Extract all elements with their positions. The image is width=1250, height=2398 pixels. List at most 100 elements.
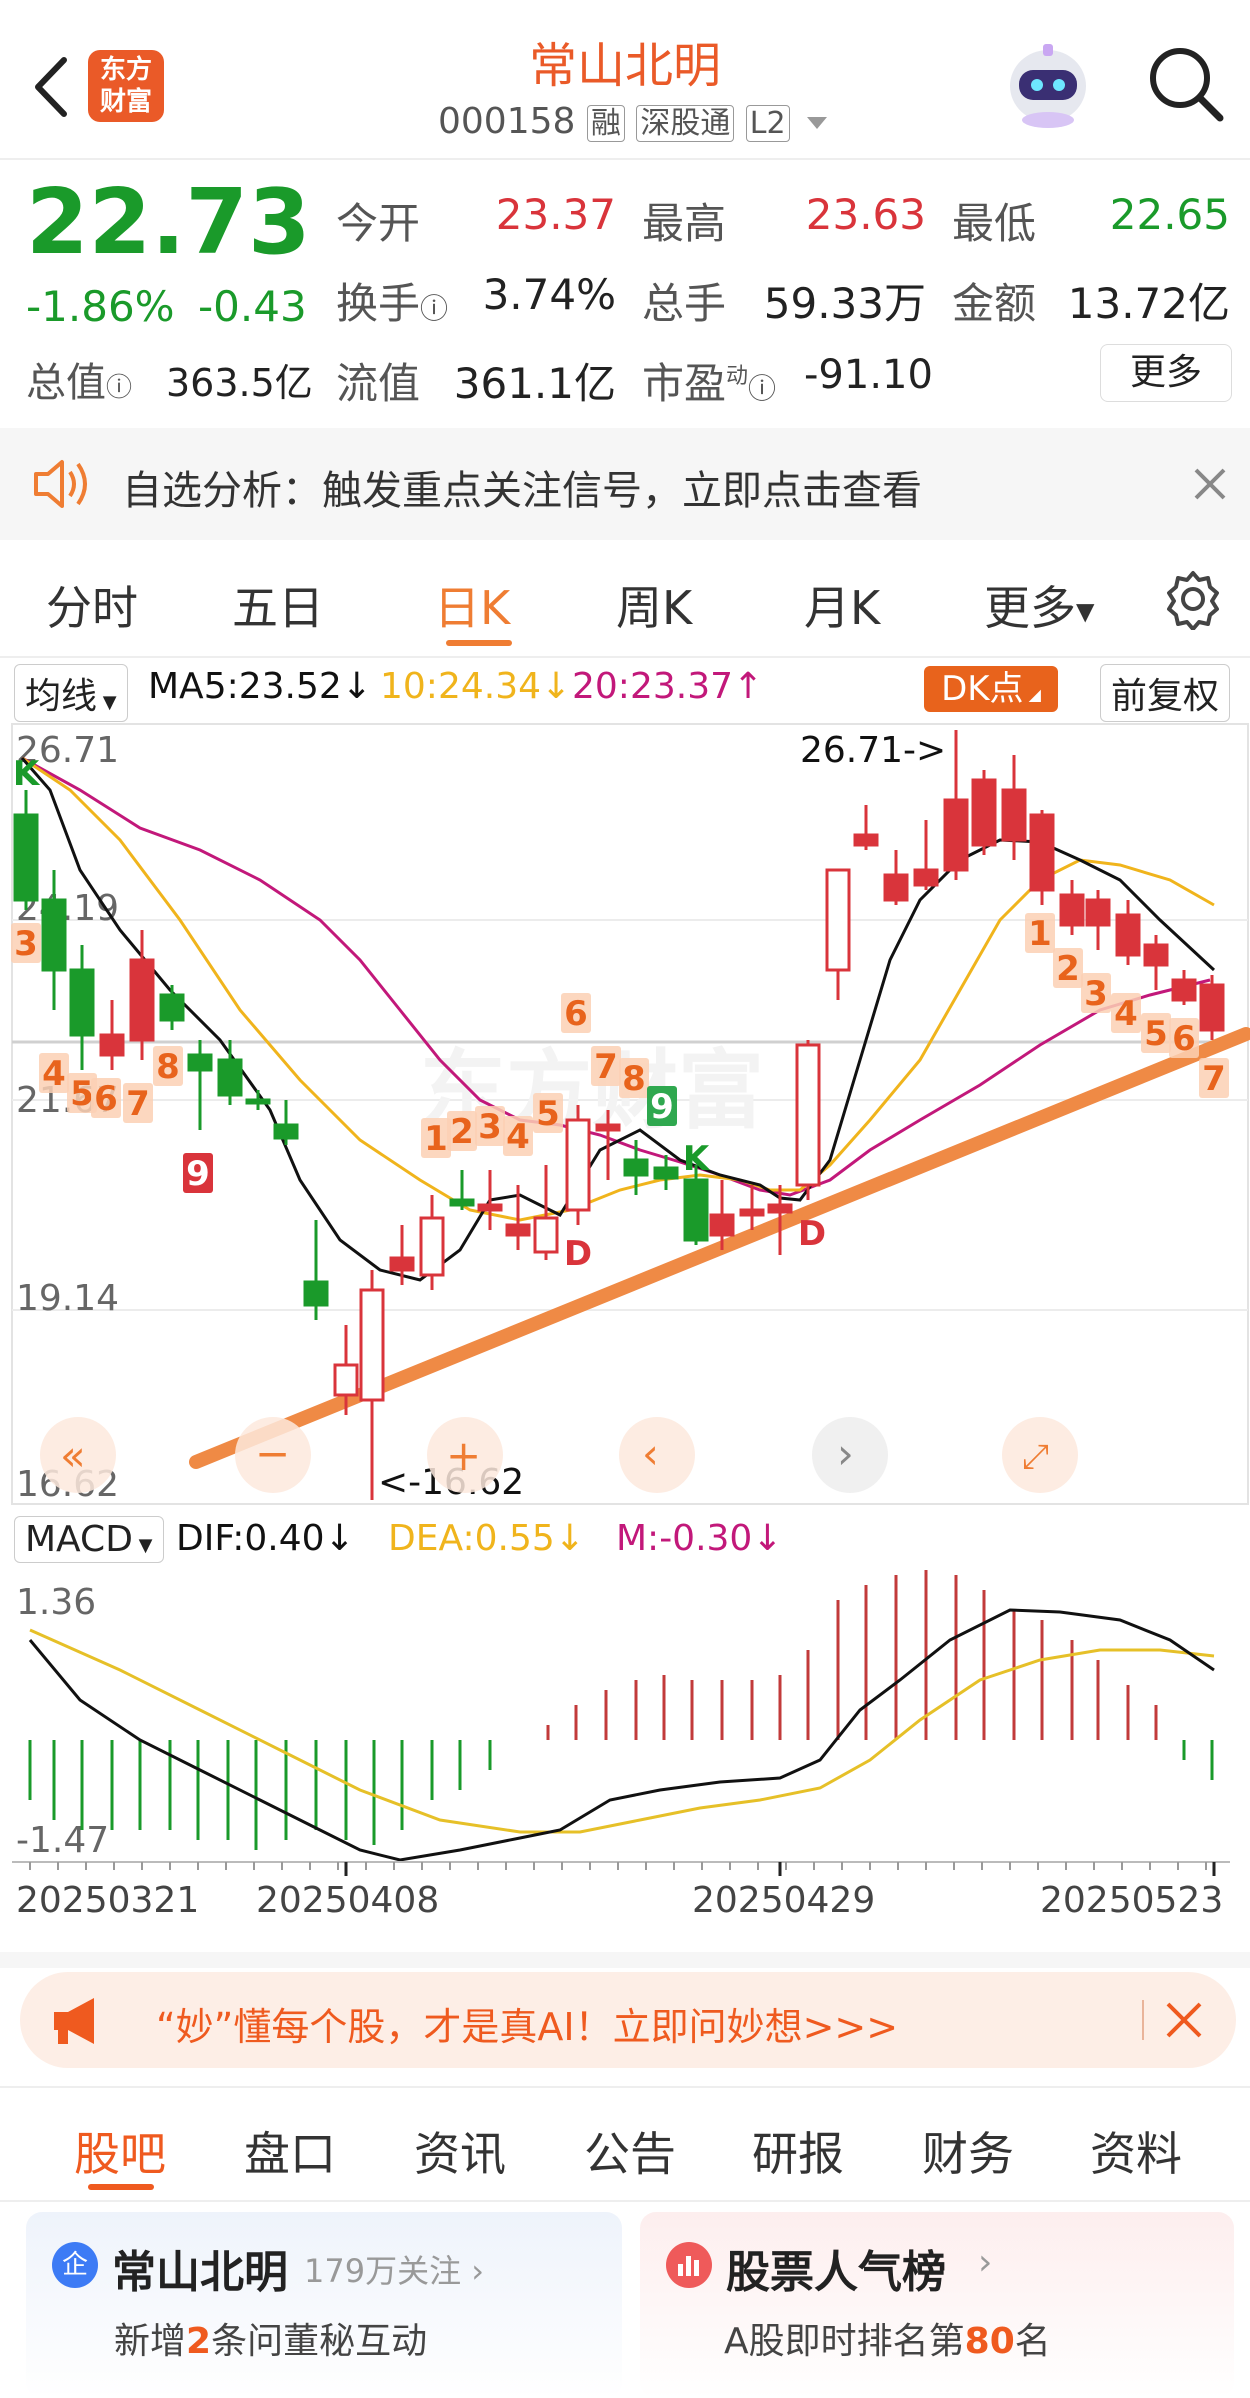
signal-marker: D [798,1214,826,1254]
signal-marker: 6 [1169,1018,1199,1059]
info-icon[interactable]: ⓘ [106,373,132,403]
tab-intraday[interactable]: 分时 [46,572,138,638]
float-value: 361.1亿 [453,359,616,408]
signal-marker: D [564,1234,592,1274]
next-button[interactable]: › [812,1417,888,1493]
tab-news[interactable]: 资讯 [414,2118,506,2184]
kline-chart[interactable]: 东方财富 26.7124.1921.6719.1416.62 K34567891… [0,720,1250,1510]
svg-text:›: › [837,1429,854,1478]
prev-button[interactable]: ‹ [619,1417,695,1493]
notice-text: 自选分析：触发重点关注信号，立即点击查看 [122,468,922,514]
price-axis-label: 19.14 [16,1278,119,1319]
header-divider [0,158,1250,160]
turnover-value: 3.74% [482,270,616,319]
info-icon[interactable]: ⓘ [748,372,776,405]
signal-marker: 3 [475,1106,505,1147]
tab-financials[interactable]: 财务 [922,2118,1014,2184]
tab-research[interactable]: 研报 [752,2118,844,2184]
high-value: 23.63 [805,190,926,239]
ranking-chart-icon [666,2242,712,2288]
amount-value: 13.72亿 [1067,279,1230,328]
ma5-value: MA5:23.52↓ [148,666,372,707]
svg-text:6: 6 [564,994,588,1034]
date-label: 20250408 [256,1880,439,1921]
open-label: 今开 [336,199,421,248]
chevron-down-icon: ▼ [132,1535,153,1556]
search-icon[interactable] [1146,44,1226,124]
signal-marker: 7 [591,1046,621,1087]
tab-active-underline [446,640,512,646]
robot-assistant-icon[interactable] [1005,40,1091,130]
candlestick [565,1105,591,1225]
svg-text:D: D [798,1214,826,1254]
tab-guba[interactable]: 股吧 [74,2118,166,2184]
info-icon[interactable]: ⓘ [420,292,448,325]
margin-tag: 融 [586,105,625,142]
date-label: 20250429 [692,1880,875,1921]
signal-marker: 7 [1199,1058,1229,1099]
signal-marker: 1 [421,1118,451,1159]
follower-count: 179万关注 › [304,2252,485,2290]
pe-label: 市盈动ⓘ [642,359,777,408]
ma-select[interactable]: 均线 ▼ [14,664,128,722]
svg-text:3: 3 [478,1107,502,1147]
svg-text:7: 7 [126,1084,150,1124]
stock-code-row: 000158 融 深股通 L2 [438,98,828,142]
float-label: 流值 [336,359,421,408]
company-card-sub: 新增2条问董秘互动 [114,2321,428,2362]
ma20-value: 20:23.37↑ [572,666,764,707]
macd-chart[interactable]: 1.36 -1.47 20250321 20250408 20250429 20… [0,1570,1250,1950]
ai-promo-banner[interactable]: “妙”懂每个股，才是真AI！立即问妙想>>> [20,1972,1236,2068]
tab-order-book[interactable]: 盘口 [244,2118,336,2184]
tab-daily-k[interactable]: 日K [434,572,510,638]
tab-more[interactable]: 更多▼ [984,572,1094,638]
tab-announcements[interactable]: 公告 [584,2118,676,2184]
dea-value: DEA:0.55↓ [388,1518,585,1559]
notice-bar[interactable]: 自选分析：触发重点关注信号，立即点击查看 [0,428,1250,540]
company-card-title: 常山北明 [112,2247,288,2298]
candlestick [1199,975,1225,1040]
macd-select[interactable]: MACD ▼ [14,1516,164,1563]
close-icon[interactable] [1164,2000,1204,2040]
tab-active-underline [88,2184,154,2190]
popularity-card-title: 股票人气榜 [726,2247,946,2298]
dk-point-button[interactable]: DK点 ◢ [924,666,1058,712]
adjust-select[interactable]: 前复权 [1100,664,1231,722]
pe-value: -91.10 [804,352,933,398]
company-card[interactable]: 企 常山北明 179万关注 › 新增2条问董秘互动 [26,2212,622,2398]
close-icon[interactable] [1190,464,1230,504]
svg-text:D: D [564,1234,592,1274]
chevron-right-icon: › [471,2252,485,2290]
signal-marker: 3 [1081,973,1111,1014]
gear-icon[interactable] [1162,568,1224,631]
tab-monthly-k[interactable]: 月K [804,572,880,638]
svg-text:6: 6 [94,1079,118,1119]
signal-marker: 2 [1053,948,1083,989]
chevron-down-icon: ▼ [1076,597,1095,626]
zoom-out-button[interactable]: − [235,1417,311,1493]
popularity-card[interactable]: 股票人气榜 › A股即时排名第80名 [640,2212,1234,2398]
candlestick [971,770,997,855]
signal-marker: 6 [561,993,591,1034]
max-price-label: 26.71-> [800,730,946,771]
svg-text:+: + [446,1431,481,1480]
tab-profile[interactable]: 资料 [1090,2118,1182,2184]
ma10-value: 10:24.34↓ [380,666,572,707]
more-button[interactable]: 更多 [1100,344,1232,402]
turnover-label: 换手ⓘ [336,279,449,328]
zoom-in-button[interactable]: + [427,1417,503,1493]
change-pct: -1.86% [26,282,175,331]
svg-text:5: 5 [536,1094,560,1134]
signal-marker: 4 [1111,993,1141,1034]
fullscreen-button[interactable]: ⤢ [1002,1417,1078,1493]
dif-value: DIF:0.40↓ [176,1518,355,1559]
svg-text:4: 4 [1114,994,1138,1034]
tab-five-day[interactable]: 五日 [232,572,324,638]
dropdown-icon[interactable] [807,117,828,129]
collapse-left-button[interactable]: « [40,1417,116,1493]
promo-divider [1142,2000,1144,2040]
signal-marker: K [683,1139,711,1179]
tab-weekly-k[interactable]: 周K [616,572,692,638]
signal-marker: 3 [11,923,41,964]
mktcap-value: 363.5亿 [166,361,313,405]
